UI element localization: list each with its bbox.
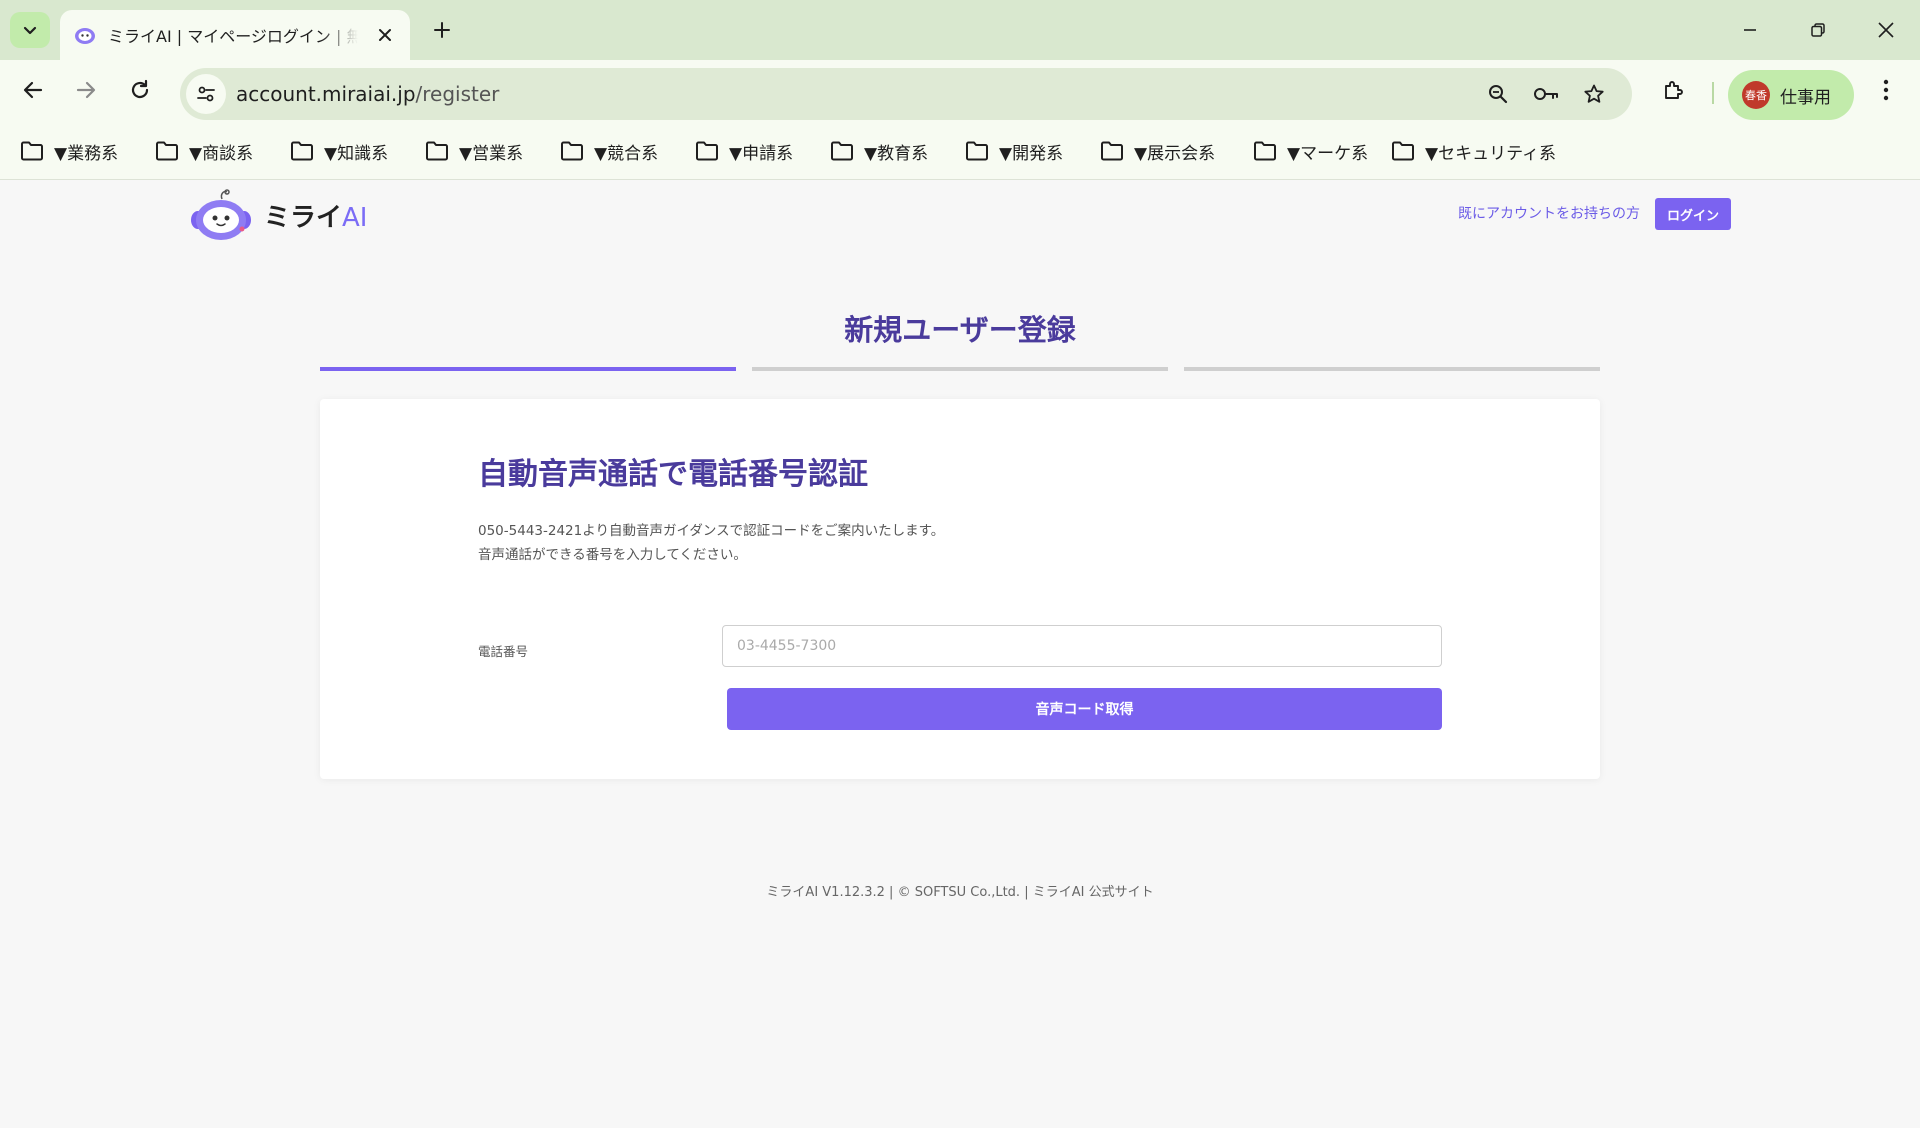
- site-info-button[interactable]: [186, 74, 226, 114]
- back-button[interactable]: [15, 72, 51, 108]
- forward-button[interactable]: [68, 72, 104, 108]
- restore-icon: [1811, 23, 1825, 37]
- url-host: account.miraiai.jp: [236, 82, 416, 106]
- folder-icon: [831, 141, 853, 161]
- bookmark-folder[interactable]: ▼教育系: [830, 136, 928, 166]
- description-line-2: 音声通話ができる番号を入力してください。: [478, 547, 747, 563]
- browser-toolbar: account.miraiai.jp/register 春香 仕事用: [0, 60, 1920, 120]
- password-key-button[interactable]: [1528, 76, 1564, 112]
- reload-icon: [131, 79, 149, 99]
- bookmark-star-button[interactable]: [1576, 76, 1612, 112]
- bookmarks-bar: ▼業務系 ▼商談系 ▼知識系 ▼営業系 ▼競合系 ▼申請系 ▼教育系 ▼開発系 ▼展示会系 ▼マー…: [0, 120, 1920, 180]
- bookmark-label: ▼知識系: [324, 143, 389, 164]
- bookmark-label: ▼業務系: [54, 143, 119, 164]
- minimize-icon: [1744, 29, 1756, 31]
- close-icon[interactable]: [374, 24, 396, 46]
- folder-icon: [426, 141, 448, 161]
- folder-icon: [696, 141, 718, 161]
- folder-icon: [1392, 141, 1414, 161]
- minimize-button[interactable]: [1716, 0, 1784, 60]
- chevron-down-icon: [23, 26, 37, 35]
- tab-strip: ミライAI | マイページログイン | 無料で始める: [0, 0, 1920, 60]
- url-text: account.miraiai.jp/register: [236, 68, 499, 120]
- card-heading: 自動音声通話で電話番号認証: [478, 457, 868, 492]
- description-line-1: 050-5443-2421より自動音声ガイダンスで認証コードをご案内いたします。: [478, 523, 945, 539]
- bookmark-folder[interactable]: ▼競合系: [560, 136, 658, 166]
- tab-title: ミライAI | マイページログイン | 無料で始める: [108, 27, 358, 46]
- get-voice-code-button[interactable]: 音声コード取得: [727, 688, 1442, 730]
- zoom-button[interactable]: [1480, 76, 1516, 112]
- bookmark-label: ▼マーケ系: [1287, 143, 1369, 164]
- restore-button[interactable]: [1784, 0, 1852, 60]
- mirai-robot-icon: [72, 22, 98, 48]
- bookmark-folder[interactable]: ▼知識系: [290, 136, 388, 166]
- url-path: /register: [415, 82, 500, 106]
- folder-icon: [1101, 141, 1123, 161]
- bookmark-label: ▼セキュリティ系: [1425, 143, 1557, 164]
- phone-input[interactable]: [722, 625, 1442, 667]
- close-window-button[interactable]: [1852, 0, 1920, 60]
- have-account-link[interactable]: 既にアカウントをお持ちの方: [1458, 203, 1640, 223]
- page-content: ミライAI 既にアカウントをお持ちの方 ログイン 新規ユーザー登録 自動音声通話…: [0, 181, 1920, 1128]
- footer: ミライAI V1.12.3.2 | © SOFTSU Co.,Ltd. | ミラ…: [766, 885, 1154, 900]
- extensions-button[interactable]: [1656, 72, 1692, 108]
- login-button[interactable]: ログイン: [1655, 198, 1731, 230]
- arrow-left-icon: [23, 81, 43, 99]
- plus-icon: [434, 22, 450, 38]
- browser-tab[interactable]: ミライAI | マイページログイン | 無料で始める: [60, 10, 410, 60]
- arrow-right-icon: [76, 81, 96, 99]
- step-indicator-3: [1184, 367, 1600, 371]
- close-icon: [1878, 22, 1894, 38]
- bookmark-label: ▼教育系: [864, 143, 929, 164]
- bookmark-folder[interactable]: ▼営業系: [425, 136, 523, 166]
- window-controls: [1716, 0, 1920, 60]
- bookmark-label: ▼営業系: [459, 143, 524, 164]
- toolbar-divider: [1712, 82, 1714, 104]
- folder-icon: [156, 141, 178, 161]
- puzzle-icon: [1665, 81, 1683, 99]
- step-indicator-1: [320, 367, 736, 371]
- logo-text-main: ミライ: [264, 202, 343, 233]
- bookmark-label: ▼展示会系: [1134, 143, 1216, 164]
- page-title: 新規ユーザー登録: [844, 313, 1076, 347]
- step-indicator-2: [752, 367, 1168, 371]
- phone-label: 電話番号: [478, 644, 529, 659]
- bookmark-label: ▼申請系: [729, 143, 794, 164]
- bookmark-folder[interactable]: ▼展示会系: [1100, 136, 1215, 166]
- tab-search-button[interactable]: [10, 12, 50, 48]
- key-icon: [1534, 88, 1558, 100]
- bookmark-folder[interactable]: ▼申請系: [695, 136, 793, 166]
- more-vertical-icon: [1883, 79, 1889, 101]
- bookmark-folder[interactable]: ▼セキュリティ系: [1391, 136, 1556, 166]
- folder-icon: [1254, 141, 1276, 161]
- folder-icon: [291, 141, 313, 161]
- zoom-icon: [1489, 85, 1508, 104]
- folder-icon: [561, 141, 583, 161]
- phone-verification-card: 自動音声通話で電話番号認証 050-5443-2421より自動音声ガイダンスで認…: [320, 399, 1600, 779]
- bookmark-label: ▼競合系: [594, 143, 659, 164]
- bookmark-folder[interactable]: ▼開発系: [965, 136, 1063, 166]
- bookmark-label: ▼商談系: [189, 143, 254, 164]
- bookmark-label: ▼開発系: [999, 143, 1064, 164]
- avatar: 春香: [1742, 81, 1770, 109]
- star-icon: [1584, 84, 1604, 103]
- reload-button[interactable]: [122, 72, 158, 108]
- bookmark-folder[interactable]: ▼マーケ系: [1253, 136, 1368, 166]
- new-tab-button[interactable]: [424, 12, 460, 48]
- card-description: 050-5443-2421より自動音声ガイダンスで認証コードをご案内いたします。…: [478, 519, 944, 567]
- site-logo[interactable]: ミライAI: [188, 187, 367, 243]
- tune-icon: [197, 86, 215, 102]
- logo-text: ミライAI: [264, 197, 367, 234]
- mirai-robot-icon: [191, 189, 251, 240]
- address-bar[interactable]: account.miraiai.jp/register: [180, 68, 1632, 120]
- logo-text-ai: AI: [342, 202, 368, 233]
- bookmark-folder[interactable]: ▼業務系: [20, 136, 118, 166]
- browser-menu-button[interactable]: [1868, 72, 1904, 108]
- folder-icon: [966, 141, 988, 161]
- folder-icon: [21, 141, 43, 161]
- profile-name: 仕事用: [1780, 87, 1831, 108]
- bookmark-folder[interactable]: ▼商談系: [155, 136, 253, 166]
- profile-button[interactable]: 春香 仕事用: [1728, 70, 1854, 120]
